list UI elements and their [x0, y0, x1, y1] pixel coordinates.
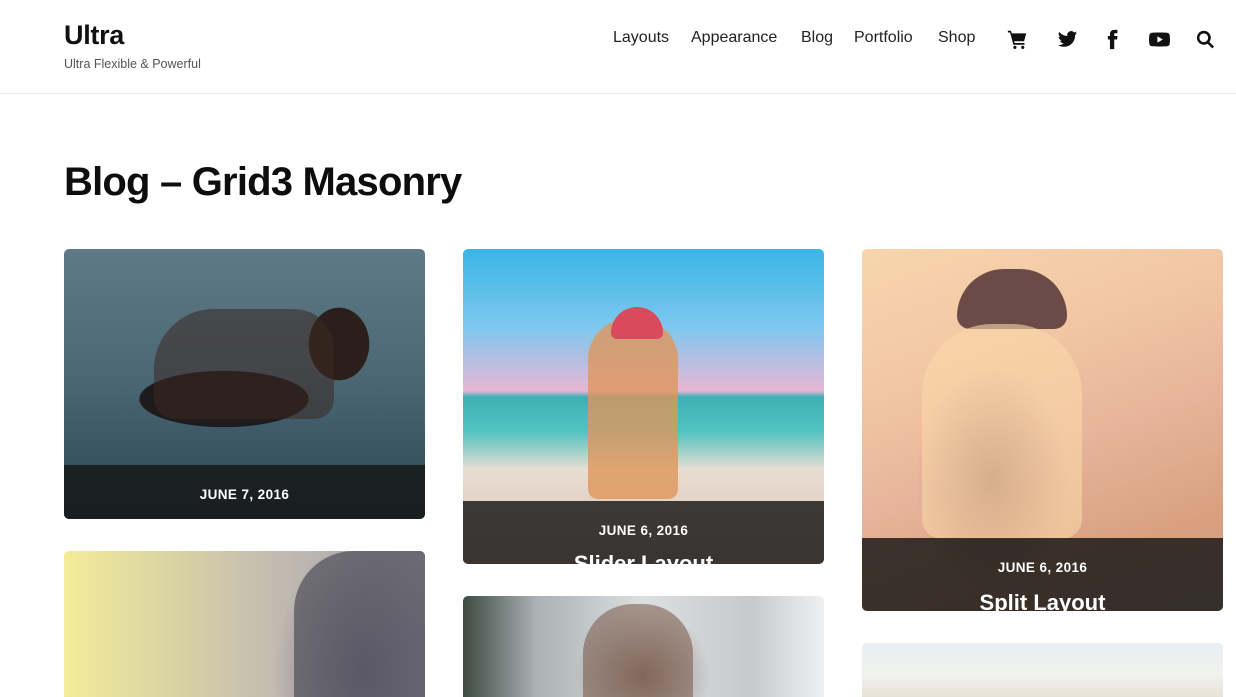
post-card-6[interactable]: [862, 643, 1223, 697]
post-card-2-title[interactable]: Slider Layout: [463, 551, 824, 564]
post-card-1-overlay: JUNE 7, 2016: [64, 465, 425, 519]
twitter-icon[interactable]: [1056, 28, 1078, 50]
post-card-1[interactable]: JUNE 7, 2016: [64, 249, 425, 519]
post-card-2-date: JUNE 6, 2016: [598, 523, 689, 538]
site-tagline: Ultra Flexible & Powerful: [64, 57, 201, 71]
site-header: Ultra Ultra Flexible & Powerful Layouts …: [0, 0, 1236, 94]
site-title-link[interactable]: Ultra: [64, 20, 124, 51]
nav-item-layouts[interactable]: Layouts: [613, 29, 669, 47]
cart-icon[interactable]: [1006, 28, 1028, 50]
page-title: Blog – Grid3 Masonry: [64, 160, 462, 204]
post-card-4-image: [294, 551, 425, 697]
facebook-icon[interactable]: [1101, 28, 1123, 50]
post-card-3-hat: [957, 269, 1067, 329]
post-card-5-image: [583, 604, 693, 697]
post-card-2-overlay: JUNE 6, 2016 Slider Layout: [463, 501, 824, 564]
post-card-3[interactable]: JUNE 6, 2016 Split Layout: [862, 249, 1223, 611]
post-card-2[interactable]: JUNE 6, 2016 Slider Layout: [463, 249, 824, 564]
post-card-1-date: JUNE 7, 2016: [199, 487, 290, 502]
post-card-2-cap: [611, 307, 663, 339]
search-icon[interactable]: [1194, 28, 1216, 50]
post-card-1-image: [154, 309, 334, 419]
post-card-5[interactable]: [463, 596, 824, 697]
youtube-icon[interactable]: [1148, 28, 1170, 50]
post-card-3-title[interactable]: Split Layout: [862, 590, 1223, 611]
post-card-3-date: JUNE 6, 2016: [997, 560, 1088, 575]
nav-item-blog[interactable]: Blog: [801, 29, 833, 47]
nav-item-shop[interactable]: Shop: [938, 29, 975, 47]
nav-item-appearance[interactable]: Appearance: [691, 29, 777, 47]
post-card-3-image: [922, 324, 1082, 539]
post-card-4[interactable]: [64, 551, 425, 697]
post-card-2-image: [588, 319, 678, 499]
post-card-3-overlay: JUNE 6, 2016 Split Layout: [862, 538, 1223, 611]
nav-item-portfolio[interactable]: Portfolio: [854, 29, 913, 47]
